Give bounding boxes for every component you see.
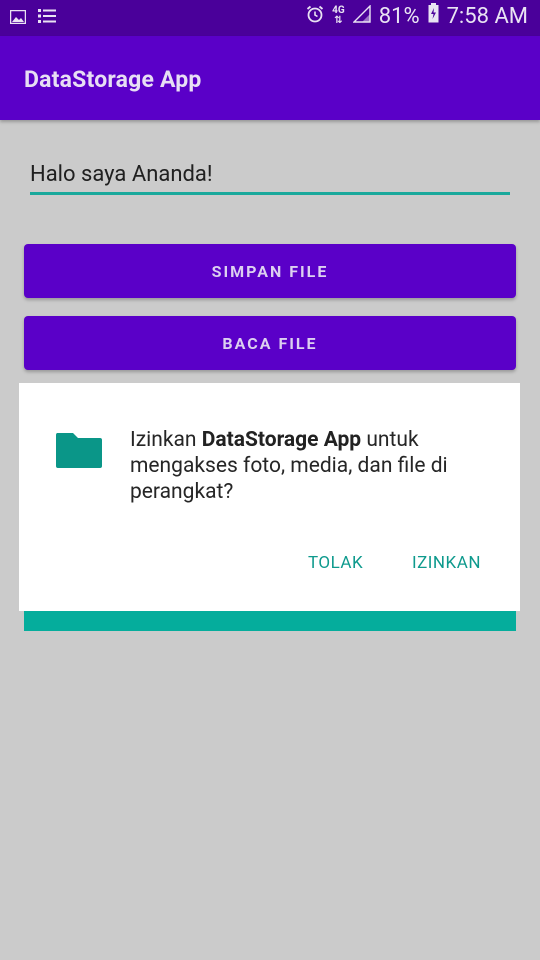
save-file-button[interactable]: SIMPAN FILE [24, 244, 516, 298]
permission-dialog: Izinkan DataStorage App untuk mengakses … [19, 383, 520, 611]
dialog-app-name: DataStorage App [201, 428, 362, 452]
data-arrows-icon: ⇅ [334, 15, 343, 26]
folder-icon [55, 431, 103, 473]
battery-percent: 81% [378, 3, 420, 29]
dialog-message-prefix: Izinkan [130, 428, 202, 452]
read-file-button[interactable]: BACA FILE [24, 316, 516, 370]
text-input[interactable]: Halo saya Ananda! [30, 160, 510, 195]
app-bar: DataStorage App [0, 36, 540, 120]
list-icon [38, 8, 56, 28]
status-bar: 4G ⇅ 81% 7:58 AM [0, 0, 540, 36]
clock-time: 7:58 AM [446, 3, 528, 29]
allow-button[interactable]: IZINKAN [412, 553, 481, 573]
image-icon [9, 9, 27, 28]
alarm-icon [306, 4, 324, 29]
battery-charging-icon [428, 3, 439, 29]
network-indicator: 4G ⇅ [332, 6, 345, 26]
text-input-value: Halo saya Ananda! [30, 162, 213, 187]
deny-button[interactable]: TOLAK [308, 553, 363, 573]
signal-icon [352, 3, 371, 29]
status-bar-right: 4G ⇅ 81% 7:58 AM [306, 3, 528, 29]
dialog-message: Izinkan DataStorage App untuk mengakses … [130, 427, 490, 505]
app-title: DataStorage App [24, 66, 202, 93]
status-bar-left [9, 8, 56, 28]
